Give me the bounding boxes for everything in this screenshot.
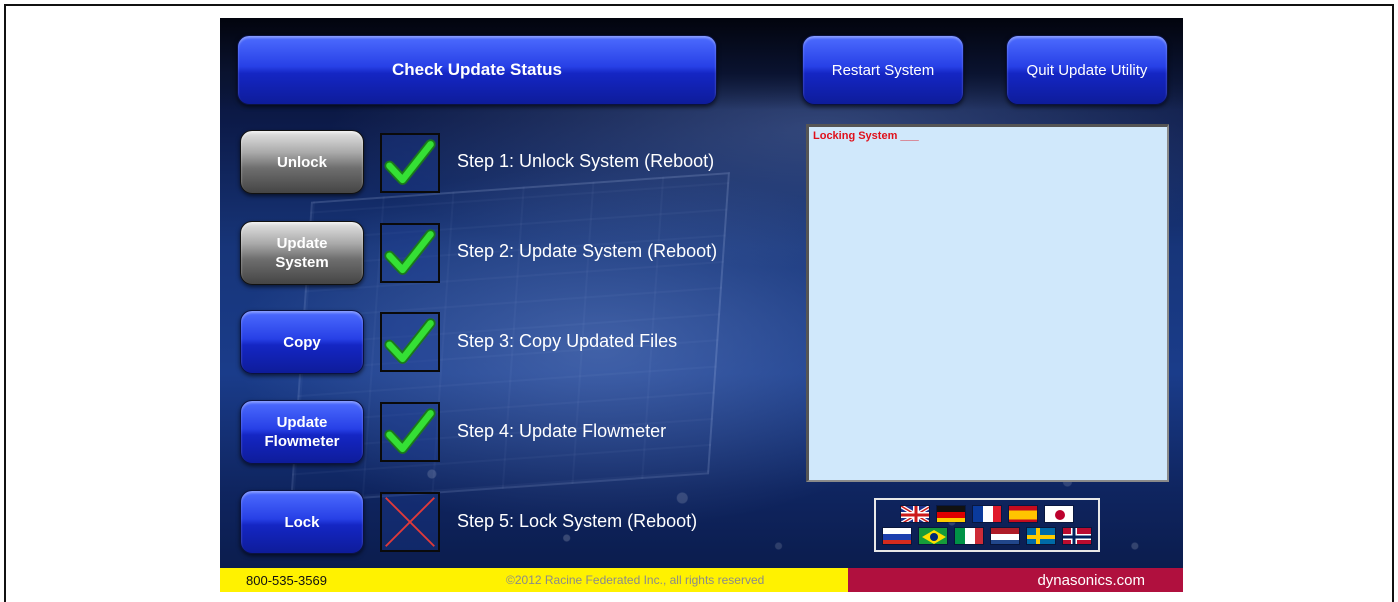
copy-button-label: Copy [283, 333, 321, 351]
footer-info-bar: 800-535-3569 ©2012 Racine Federated Inc.… [220, 568, 848, 592]
update-utility-window: Check Update Status Restart System Quit … [220, 18, 1183, 592]
update-system-button-label: Update System [275, 235, 329, 271]
step-1-label: Step 1: Unlock System (Reboot) [457, 151, 715, 171]
step-4-label: Step 4: Update Flowmeter [457, 421, 667, 441]
restart-system-button[interactable]: Restart System [802, 35, 964, 105]
step-4-status-icon [380, 402, 440, 462]
checkmark-icon [384, 318, 436, 364]
unlock-button[interactable]: Unlock [240, 130, 364, 194]
step-3-status-icon [380, 312, 440, 372]
language-selector [874, 498, 1100, 552]
update-flowmeter-button-label: Update Flowmeter [264, 414, 340, 450]
lock-button-label: Lock [284, 513, 320, 531]
phone-number: 800-535-3569 [246, 572, 327, 588]
unlock-button-label: Unlock [276, 153, 327, 171]
log-line: Locking System ___ [813, 130, 919, 142]
website-link[interactable]: dynasonics.com [848, 568, 1183, 592]
check-update-status-button[interactable]: Check Update Status [237, 35, 717, 105]
norwegian-flag-icon[interactable] [1062, 527, 1092, 545]
german-flag-icon[interactable] [936, 505, 966, 523]
quit-update-utility-button[interactable]: Quit Update Utility [1006, 35, 1168, 105]
copy-button[interactable]: Copy [240, 310, 364, 374]
swedish-flag-icon[interactable] [1026, 527, 1056, 545]
step-5-label: Step 5: Lock System (Reboot) [457, 511, 698, 531]
status-log-panel[interactable]: Locking System ___ [806, 124, 1169, 482]
dutch-flag-icon[interactable] [990, 527, 1020, 545]
brazilian-flag-icon[interactable] [918, 527, 948, 545]
italian-flag-icon[interactable] [954, 527, 984, 545]
copyright-text: ©2012 Racine Federated Inc., all rights … [506, 573, 765, 587]
checkmark-icon [384, 229, 436, 275]
step-5-status-icon [380, 492, 440, 552]
spanish-flag-icon[interactable] [1008, 505, 1038, 523]
x-cross-icon [385, 497, 435, 547]
step-2-label: Step 2: Update System (Reboot) [457, 241, 718, 261]
lock-button[interactable]: Lock [240, 490, 364, 554]
english-flag-icon[interactable] [900, 505, 930, 523]
step-2-status-icon [380, 223, 440, 283]
russian-flag-icon[interactable] [882, 527, 912, 545]
checkmark-icon [384, 408, 436, 454]
japanese-flag-icon[interactable] [1044, 505, 1074, 523]
update-system-button[interactable]: Update System [240, 221, 364, 285]
step-1-status-icon [380, 133, 440, 193]
french-flag-icon[interactable] [972, 505, 1002, 523]
checkmark-icon [384, 139, 436, 185]
update-flowmeter-button[interactable]: Update Flowmeter [240, 400, 364, 464]
step-3-label: Step 3: Copy Updated Files [457, 331, 678, 351]
